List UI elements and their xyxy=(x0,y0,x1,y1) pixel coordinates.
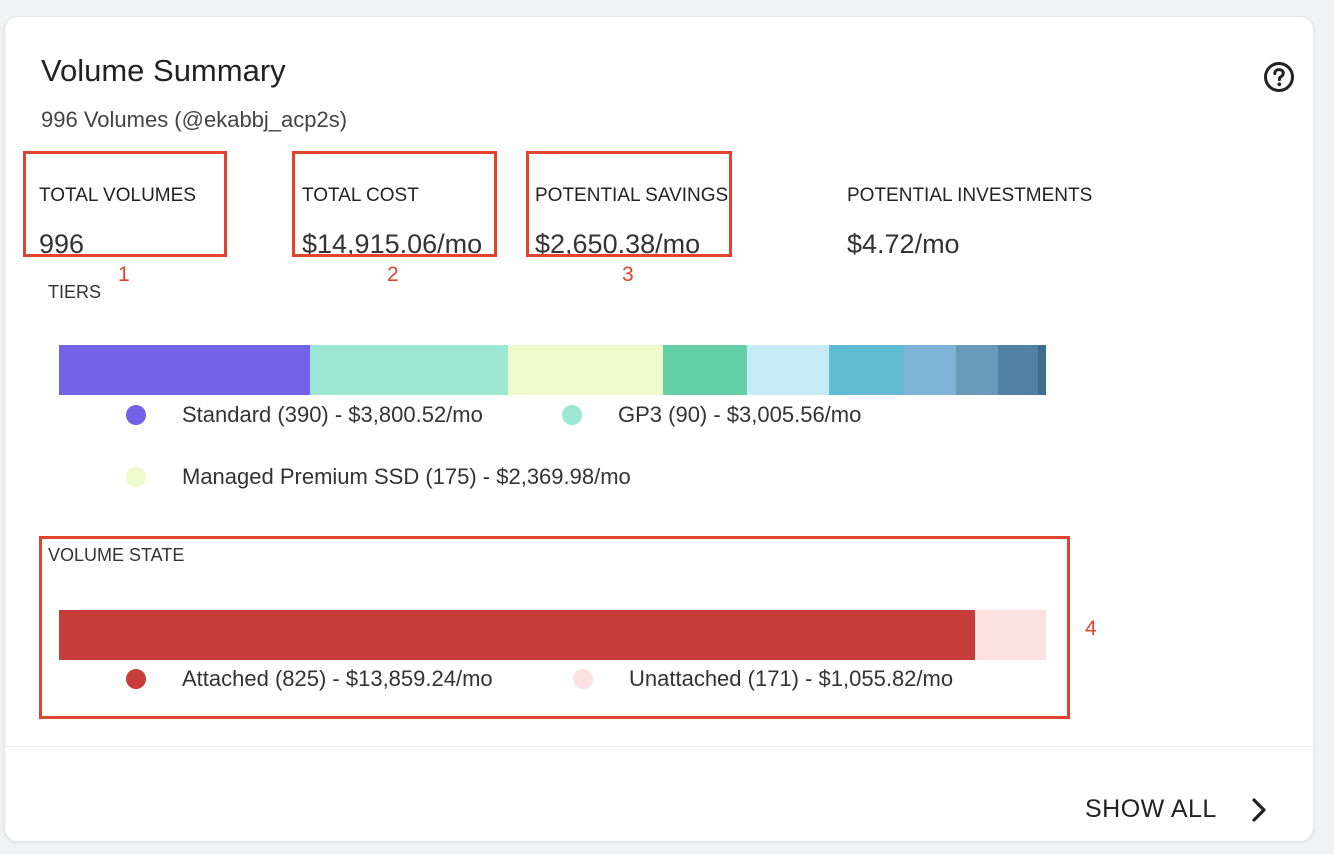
state-segment-attached[interactable] xyxy=(59,610,975,660)
legend-item-attached[interactable]: Attached (825) - $13,859.24/mo xyxy=(126,666,493,692)
footer-divider xyxy=(5,746,1313,747)
metric-label: TOTAL COST xyxy=(302,185,419,206)
metric-label: POTENTIAL SAVINGS xyxy=(535,185,729,206)
annotation-number-2: 2 xyxy=(387,263,399,286)
show-all-label: SHOW ALL xyxy=(1085,795,1217,823)
annotation-number-1: 1 xyxy=(118,263,130,286)
tier-segment[interactable] xyxy=(956,345,998,395)
volume-summary-card: Volume Summary 996 Volumes (@ekabbj_acp2… xyxy=(4,16,1314,842)
legend-item-unattached[interactable]: Unattached (171) - $1,055.82/mo xyxy=(573,666,953,692)
metric-value: 996 xyxy=(39,229,85,259)
tier-segment[interactable] xyxy=(746,345,829,395)
legend-item-standard[interactable]: Standard (390) - $3,800.52/mo xyxy=(126,402,483,428)
legend-dot xyxy=(126,405,146,425)
tier-segment[interactable] xyxy=(903,345,957,395)
tier-segment[interactable] xyxy=(59,345,310,395)
metric-potential-investments: POTENTIAL INVESTMENTS $4.72/mo xyxy=(847,185,1092,260)
show-all-button[interactable]: SHOW ALL xyxy=(1085,795,1267,824)
metric-total-volumes: TOTAL VOLUMES 996 xyxy=(39,185,196,260)
tier-segment[interactable] xyxy=(309,345,509,395)
metric-label: POTENTIAL INVESTMENTS xyxy=(847,185,1093,206)
annotation-number-3: 3 xyxy=(622,263,634,286)
tiers-bar xyxy=(59,345,1046,395)
metric-label: TOTAL VOLUMES xyxy=(39,185,196,206)
volume-state-label: VOLUME STATE xyxy=(48,545,185,565)
legend-dot xyxy=(126,669,146,689)
legend-item-gp3[interactable]: GP3 (90) - $3,005.56/mo xyxy=(562,402,861,428)
metric-value: $14,915.06/mo xyxy=(302,229,483,259)
question-circle-icon[interactable] xyxy=(1263,61,1295,93)
annotation-number-4: 4 xyxy=(1085,617,1097,640)
tier-segment[interactable] xyxy=(1038,345,1046,395)
volume-state-bar xyxy=(59,610,1046,660)
legend-dot xyxy=(562,405,582,425)
tiers-label: TIERS xyxy=(48,282,102,302)
legend-dot xyxy=(126,467,146,487)
metric-total-cost: TOTAL COST $14,915.06/mo xyxy=(302,185,482,260)
metric-potential-savings: POTENTIAL SAVINGS $2,650.38/mo xyxy=(535,185,728,260)
state-segment-unattached[interactable] xyxy=(974,610,1046,660)
legend-label: Standard (390) - $3,800.52/mo xyxy=(182,402,483,427)
legend-item-managed-premium-ssd[interactable]: Managed Premium SSD (175) - $2,369.98/mo xyxy=(126,464,631,490)
chevron-right-icon xyxy=(1251,797,1267,823)
tier-segment[interactable] xyxy=(997,345,1039,395)
tier-segment[interactable] xyxy=(508,345,664,395)
metric-value: $2,650.38/mo xyxy=(535,229,701,259)
legend-label: Unattached (171) - $1,055.82/mo xyxy=(629,666,954,691)
tier-segment[interactable] xyxy=(828,345,904,395)
legend-label: GP3 (90) - $3,005.56/mo xyxy=(618,402,862,427)
card-subtitle: 996 Volumes (@ekabbj_acp2s) xyxy=(41,107,348,132)
metric-value: $4.72/mo xyxy=(847,229,960,259)
card-title: Volume Summary xyxy=(41,53,286,88)
tier-segment[interactable] xyxy=(663,345,747,395)
legend-label: Attached (825) - $13,859.24/mo xyxy=(182,666,493,691)
legend-label: Managed Premium SSD (175) - $2,369.98/mo xyxy=(182,464,631,489)
legend-dot xyxy=(573,669,593,689)
